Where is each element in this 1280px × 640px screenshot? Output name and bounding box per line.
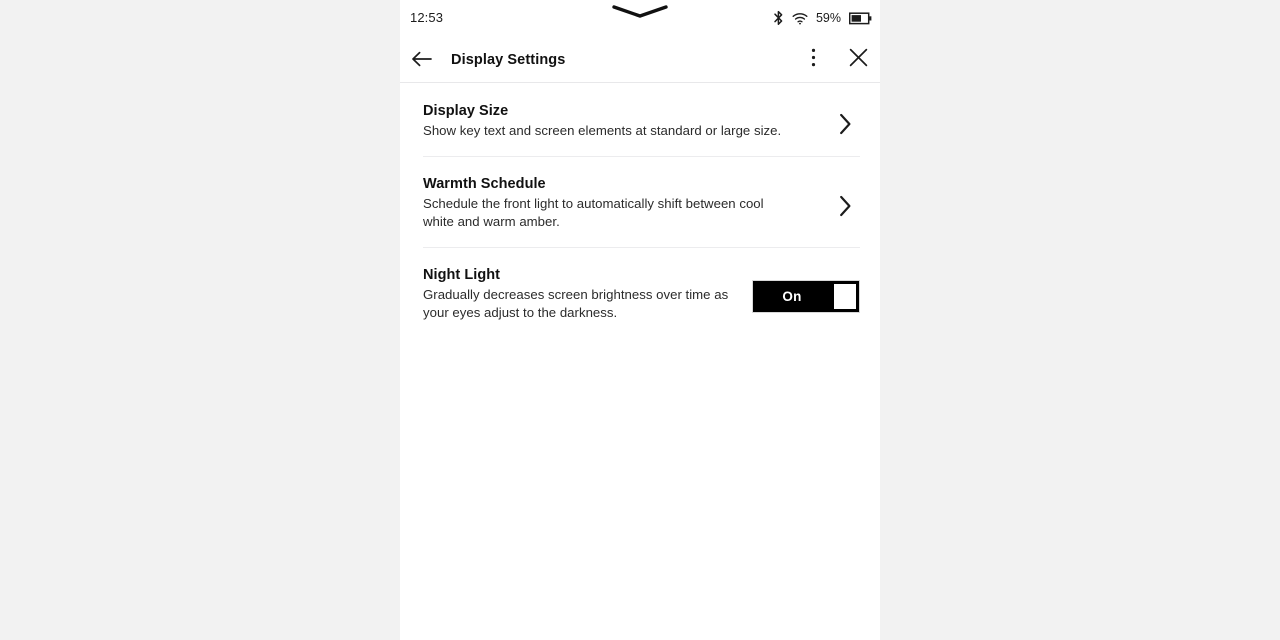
row-title: Display Size xyxy=(423,103,509,119)
bluetooth-icon xyxy=(773,10,784,26)
row-title: Warmth Schedule xyxy=(423,175,546,192)
device-screen: 12:53 59% Display Settings Display Size … xyxy=(400,0,880,640)
row-description: Schedule the front light to automaticall… xyxy=(423,195,764,230)
row-text: Night Light Gradually decreases screen b… xyxy=(423,266,752,323)
more-vertical-icon xyxy=(811,48,816,72)
row-control xyxy=(830,103,860,139)
battery-icon xyxy=(848,11,872,25)
settings-row-display-size[interactable]: Display Size Show key text and screen el… xyxy=(400,84,880,157)
settings-row-night-light[interactable]: Night Light Gradually decreases screen b… xyxy=(400,247,880,339)
overflow-menu-button[interactable] xyxy=(800,47,826,73)
status-clock: 12:53 xyxy=(410,10,444,25)
night-light-toggle[interactable]: On xyxy=(752,280,860,313)
status-icons-group: 59% xyxy=(773,9,872,27)
screenshot-root: 12:53 59% Display Settings Display Size … xyxy=(0,0,1280,640)
settings-list: Display Size Show key text and screen el… xyxy=(400,84,880,339)
back-button[interactable] xyxy=(409,48,435,74)
chevron-right-icon[interactable] xyxy=(830,109,860,139)
notch-indicator-icon xyxy=(612,5,668,19)
row-control: On xyxy=(752,275,860,313)
close-button[interactable] xyxy=(845,47,871,73)
row-title: Night Light xyxy=(423,266,501,283)
toggle-state-label: On xyxy=(782,289,802,304)
chevron-right-icon[interactable] xyxy=(830,191,860,221)
row-text: Warmth Schedule Schedule the front light… xyxy=(423,175,830,232)
row-control xyxy=(830,185,860,221)
battery-percent-label: 59% xyxy=(815,11,841,25)
settings-row-warmth-schedule[interactable]: Warmth Schedule Schedule the front light… xyxy=(400,156,880,248)
toggle-knob xyxy=(834,284,856,309)
row-description: Gradually decreases screen brightness ov… xyxy=(423,286,729,321)
close-icon xyxy=(849,48,868,72)
page-title: Display Settings xyxy=(451,52,566,68)
status-bar: 12:53 59% xyxy=(400,0,880,38)
app-bar: Display Settings xyxy=(400,38,880,83)
wifi-icon xyxy=(792,12,808,25)
back-arrow-icon xyxy=(411,50,433,73)
row-description: Show key text and screen elements at sta… xyxy=(423,123,782,138)
row-text: Display Size Show key text and screen el… xyxy=(423,102,830,141)
